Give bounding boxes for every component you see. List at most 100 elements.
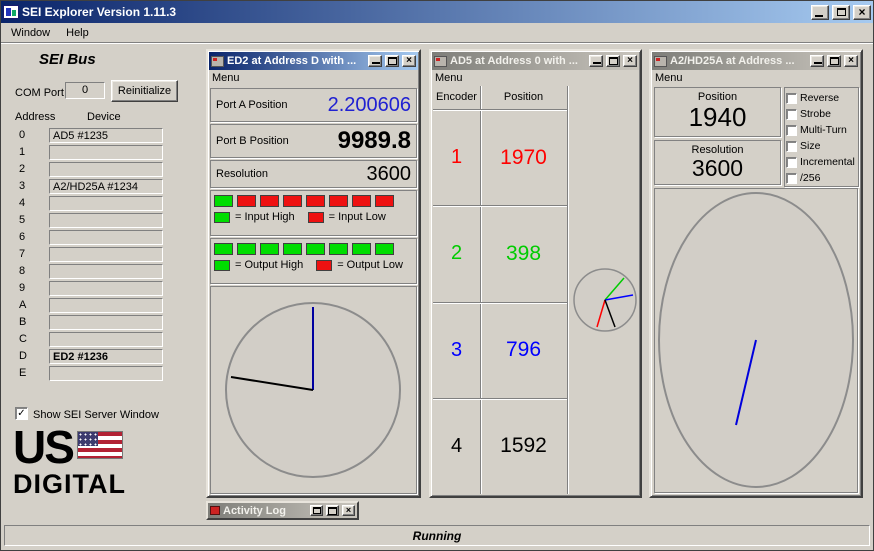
table-row: 5 xyxy=(1,213,201,230)
incremental-checkbox[interactable] xyxy=(786,157,797,168)
ed2-title: ED2 at Address D with ... xyxy=(227,55,365,67)
main-minimize-button[interactable] xyxy=(811,5,829,20)
menu-window[interactable]: Window xyxy=(3,24,58,42)
main-menubar: Window Help xyxy=(1,23,873,43)
reinitialize-button[interactable]: Reinitialize xyxy=(111,80,178,102)
ad5-headers: Encoder Position xyxy=(433,86,567,109)
logo-digital-text: DIGITAL xyxy=(13,469,126,499)
grid-divider xyxy=(567,86,568,494)
checkbox-row: Reverse xyxy=(786,90,857,106)
encoder-number: 1 xyxy=(433,110,480,205)
a2-close-button[interactable]: × xyxy=(844,55,858,67)
encoder-number: 3 xyxy=(433,303,480,398)
ad5-title: AD5 at Address 0 with ... xyxy=(450,55,586,67)
activity-maximize-button[interactable] xyxy=(326,505,339,516)
ad5-menu[interactable]: Menu xyxy=(435,72,463,84)
device-field xyxy=(49,162,163,177)
ed2-menu[interactable]: Menu xyxy=(212,72,240,84)
a2-dial xyxy=(654,188,858,493)
a2-title: A2/HD25A at Address ... xyxy=(670,55,807,67)
ad5-close-button[interactable]: × xyxy=(623,55,637,67)
a2-menu[interactable]: Menu xyxy=(655,72,683,84)
input-high-swatch xyxy=(214,212,230,223)
led-green xyxy=(352,243,371,255)
maximize-icon xyxy=(609,57,618,65)
maximize-icon xyxy=(830,57,839,65)
a2-titlebar[interactable]: A2/HD25A at Address ... × xyxy=(652,52,860,70)
ad5-maximize-button[interactable] xyxy=(606,55,620,67)
led-green xyxy=(237,243,256,255)
menu-help[interactable]: Help xyxy=(58,24,97,42)
main-close-button[interactable]: × xyxy=(853,5,871,20)
table-row: 0AD5 #1235 xyxy=(1,128,201,145)
address-label: 8 xyxy=(19,265,43,277)
a2-maximize-button[interactable] xyxy=(827,55,841,67)
ad5-dial-svg xyxy=(572,267,638,333)
activity-restore-button[interactable] xyxy=(310,505,323,516)
ad5-titlebar[interactable]: AD5 at Address 0 with ... × xyxy=(432,52,639,70)
ed2-close-button[interactable]: × xyxy=(402,55,416,67)
a2-resolution-value: 3600 xyxy=(655,156,780,181)
address-label: B xyxy=(19,316,43,328)
show-server-label: Show SEI Server Window xyxy=(33,409,159,421)
ed2-titlebar[interactable]: ED2 at Address D with ... × xyxy=(209,52,418,70)
resolution-value: 3600 xyxy=(367,163,412,186)
table-row: 1 xyxy=(1,145,201,162)
com-port-input[interactable]: 0 xyxy=(65,82,105,99)
device-field xyxy=(49,247,163,262)
address-label: 3 xyxy=(19,180,43,192)
device-field: ED2 #1236 xyxy=(49,349,163,364)
led-green xyxy=(329,243,348,255)
table-row: DED2 #1236 xyxy=(1,349,201,366)
table-row: A xyxy=(1,298,201,315)
incremental-label: Incremental xyxy=(800,156,855,168)
input-legend: = Input High = Input Low xyxy=(211,209,416,227)
resolution-row: Resolution 3600 xyxy=(210,160,417,188)
ed2-maximize-button[interactable] xyxy=(385,55,399,67)
device-field xyxy=(49,145,163,160)
device-column-header: Device xyxy=(87,111,121,123)
led-red xyxy=(352,195,371,207)
output-high-label: = Output High xyxy=(235,259,303,271)
size-checkbox[interactable] xyxy=(786,141,797,152)
resolution-label: Resolution xyxy=(216,168,268,180)
led-red xyxy=(283,195,302,207)
reverse-checkbox[interactable] xyxy=(786,93,797,104)
table-row: 2 xyxy=(1,162,201,179)
ed2-window-icon xyxy=(211,56,224,67)
com-port-label: COM Port xyxy=(15,87,64,99)
device-field: AD5 #1235 xyxy=(49,128,163,143)
div256-checkbox[interactable] xyxy=(786,173,797,184)
a2-position-box: Position 1940 xyxy=(654,87,781,137)
address-label: 6 xyxy=(19,231,43,243)
ed2-minimize-button[interactable] xyxy=(368,55,382,67)
table-row: 3A2/HD25A #1234 xyxy=(1,179,201,196)
strobe-checkbox[interactable] xyxy=(786,109,797,120)
show-server-checkbox[interactable]: ✓ xyxy=(15,407,28,420)
activity-log-titlebar[interactable]: Activity Log × xyxy=(208,503,357,518)
encoder-position: 1592 xyxy=(480,399,567,494)
led-red xyxy=(375,195,394,207)
main-maximize-button[interactable] xyxy=(832,5,850,20)
table-row: E xyxy=(1,366,201,383)
minimize-icon xyxy=(372,62,380,64)
ad5-minimize-button[interactable] xyxy=(589,55,603,67)
led-red xyxy=(329,195,348,207)
us-flag-icon xyxy=(77,431,123,459)
port-a-row: Port A Position 2.200606 xyxy=(210,88,417,122)
encoder-row: 4 1592 xyxy=(433,398,567,494)
ad5-window: AD5 at Address 0 with ... × Menu Encoder… xyxy=(429,49,642,498)
sei-bus-heading: SEI Bus xyxy=(39,51,96,68)
main-titlebar[interactable]: SEI Explorer Version 1.11.3 × xyxy=(1,1,873,23)
device-field xyxy=(49,196,163,211)
led-green xyxy=(306,243,325,255)
input-low-label: = Input Low xyxy=(329,211,386,223)
multi-turn-checkbox[interactable] xyxy=(786,125,797,136)
port-b-value: 9989.8 xyxy=(338,127,411,155)
led-red xyxy=(306,195,325,207)
table-row: B xyxy=(1,315,201,332)
device-field xyxy=(49,230,163,245)
a2-minimize-button[interactable] xyxy=(810,55,824,67)
activity-close-button[interactable]: × xyxy=(342,505,355,516)
table-row: C xyxy=(1,332,201,349)
